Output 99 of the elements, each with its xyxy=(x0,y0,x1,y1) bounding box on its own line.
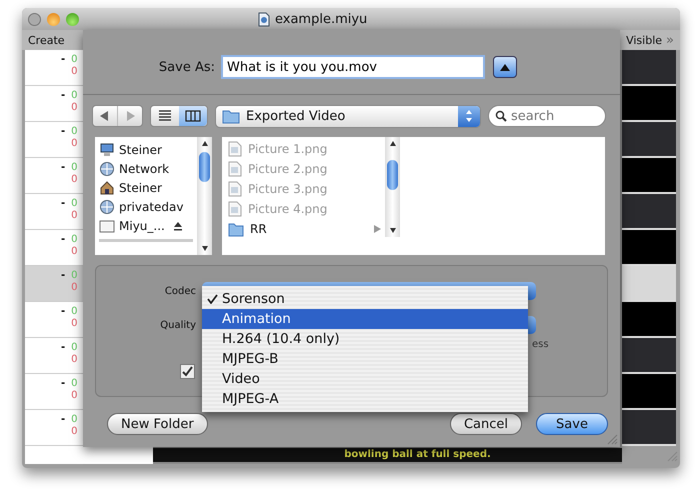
scroll-bar[interactable] xyxy=(385,137,400,237)
filename-field[interactable]: What is it you you.mov xyxy=(221,55,485,79)
search-icon xyxy=(495,110,507,122)
scroll-bar[interactable] xyxy=(197,137,212,255)
save-as-label: Save As: xyxy=(158,60,215,74)
preview-cell xyxy=(622,122,676,158)
number-text: 0 xyxy=(71,390,79,402)
disclosure-arrow-icon xyxy=(374,225,381,233)
number-text: 0 xyxy=(71,354,79,366)
dash-text: - xyxy=(61,378,66,389)
image-file-icon xyxy=(228,181,242,197)
location-popup[interactable]: Exported Video xyxy=(215,104,481,128)
document-icon xyxy=(258,12,270,26)
resize-grip-icon[interactable] xyxy=(606,433,618,445)
sidebar-item[interactable]: Steiner xyxy=(119,180,162,194)
number-text: 0 xyxy=(71,318,79,330)
dialog-button[interactable]: New Folder xyxy=(107,413,208,435)
number-text: 0 xyxy=(71,306,79,318)
number-text: 0 xyxy=(71,198,79,210)
preview-cell xyxy=(622,374,676,410)
preview-cell xyxy=(622,266,676,302)
number-text: 0 xyxy=(71,426,79,438)
collapse-button[interactable] xyxy=(493,56,517,78)
visible-label[interactable]: Visible xyxy=(626,34,662,46)
number-text: 0 xyxy=(71,54,79,66)
home-icon xyxy=(99,180,115,196)
caption-text: bowling ball at full speed. xyxy=(343,448,491,462)
preview-cell xyxy=(622,230,676,266)
folder-icon xyxy=(228,221,244,237)
checkmark-icon xyxy=(206,294,218,304)
menu-item[interactable]: MJPEG-A xyxy=(202,389,528,409)
preview-cell xyxy=(622,410,676,446)
dash-text: - xyxy=(61,234,66,245)
preview-cell xyxy=(622,194,676,230)
network-icon xyxy=(99,160,115,176)
file-item[interactable]: RR xyxy=(222,219,385,239)
computer-icon xyxy=(99,142,115,158)
checkbox[interactable] xyxy=(180,364,195,378)
number-text: 0 xyxy=(71,66,79,78)
number-text: 0 xyxy=(71,210,79,222)
preview-cell xyxy=(622,302,676,338)
resize-grip-icon[interactable] xyxy=(666,450,678,462)
menu-item[interactable]: MJPEG-B xyxy=(202,349,528,369)
dash-text: - xyxy=(61,54,66,65)
dialog-button[interactable]: Cancel xyxy=(450,413,522,435)
menu-item[interactable]: H.264 (10.4 only) xyxy=(202,329,528,349)
columns-icon xyxy=(185,110,201,122)
dialog-button[interactable]: Save xyxy=(536,413,608,435)
column-view-button[interactable] xyxy=(179,106,207,126)
dash-text: - xyxy=(61,126,66,137)
number-text: 0 xyxy=(71,342,79,354)
quality-label: Quality xyxy=(159,320,196,330)
preview-cell xyxy=(622,338,676,374)
eject-icon[interactable] xyxy=(172,220,183,230)
preview-cell xyxy=(622,86,676,122)
menu-item[interactable]: Animation xyxy=(202,309,528,329)
codec-label: Codec xyxy=(164,286,196,296)
back-forward-control[interactable] xyxy=(92,105,143,127)
dash-text: - xyxy=(61,90,66,101)
number-text: 0 xyxy=(71,174,79,186)
number-text: 0 xyxy=(71,90,79,102)
number-text: 0 xyxy=(71,138,79,150)
menu-item[interactable]: Sorenson xyxy=(202,289,528,309)
sidebar-item[interactable]: Network xyxy=(119,162,170,176)
folder-icon xyxy=(222,108,240,124)
menu-item[interactable]: Video xyxy=(202,369,528,389)
number-text: 0 xyxy=(71,378,79,390)
number-text: 0 xyxy=(71,282,79,294)
back-icon[interactable] xyxy=(99,110,109,122)
close-button[interactable] xyxy=(28,12,41,26)
number-text: 0 xyxy=(71,126,79,138)
dash-text: - xyxy=(61,414,66,425)
image-file-icon xyxy=(228,161,242,177)
globe-icon xyxy=(99,198,115,214)
number-text: 0 xyxy=(71,270,79,282)
number-text: 0 xyxy=(71,234,79,246)
forward-icon[interactable] xyxy=(126,110,136,122)
sidebar-item[interactable]: Steiner xyxy=(119,142,162,156)
preview-cell xyxy=(622,158,676,194)
search-field[interactable]: search xyxy=(488,105,606,127)
dash-text: - xyxy=(61,306,66,317)
image-file-icon xyxy=(228,141,242,157)
list-icon xyxy=(158,110,172,122)
slider-label: ess xyxy=(532,338,549,350)
sidebar-item[interactable]: privatedav xyxy=(119,200,184,214)
up-down-arrows-icon xyxy=(465,109,473,123)
number-text: 0 xyxy=(71,162,79,174)
number-text: 0 xyxy=(71,246,79,258)
dash-text: - xyxy=(61,162,66,173)
dash-text: - xyxy=(61,270,66,281)
number-text: 0 xyxy=(71,102,79,114)
triangle-icon xyxy=(500,64,510,70)
number-text: 0 xyxy=(71,414,79,426)
sidebar-item[interactable]: Miyu_... xyxy=(119,218,165,232)
dash-text: - xyxy=(61,342,66,353)
image-file-icon xyxy=(228,201,242,217)
preview-cell xyxy=(622,50,676,86)
window-title: example.miyu xyxy=(275,12,368,26)
dash-text: - xyxy=(61,198,66,209)
